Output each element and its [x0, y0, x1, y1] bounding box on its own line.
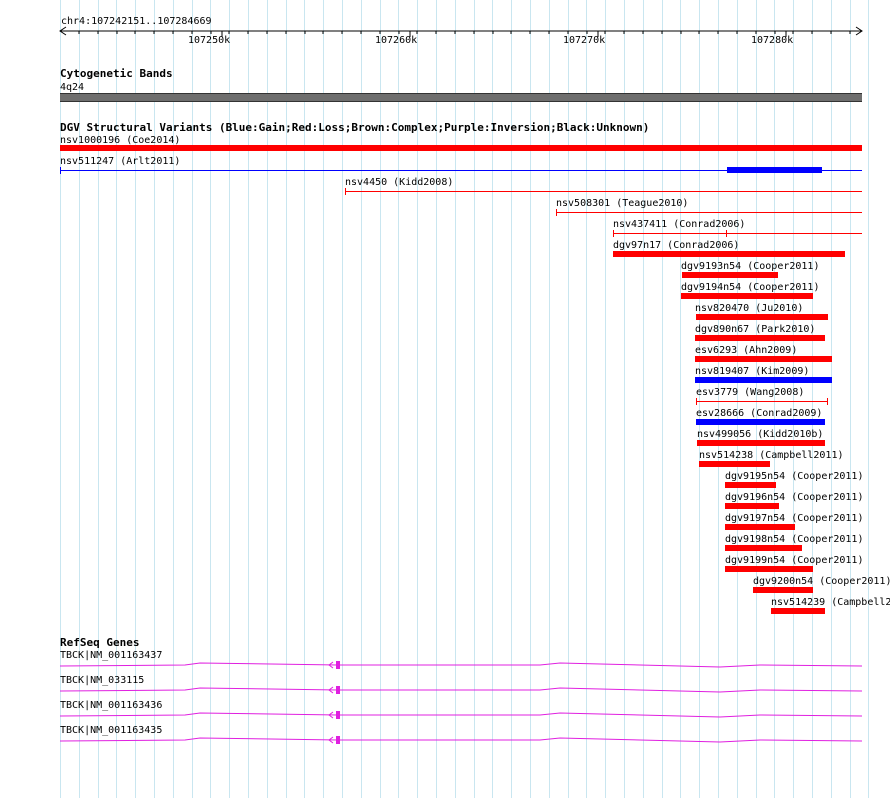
gene-model[interactable]: [0, 0, 890, 798]
genome-browser-panel: chr4:107242151..107284669 107250k 107260…: [0, 0, 890, 798]
